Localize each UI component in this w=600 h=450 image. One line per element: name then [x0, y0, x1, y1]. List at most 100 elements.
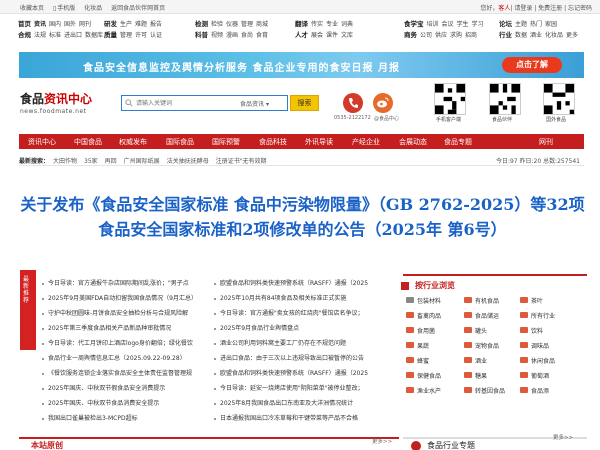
category-title[interactable]: 人才: [295, 31, 308, 39]
category-link[interactable]: 化妆品: [545, 32, 563, 39]
news-item[interactable]: 2025年国庆、中秋双节假食品安全消费提示: [42, 381, 210, 396]
news-item[interactable]: 食品行业一周舆情信息汇总（2025.09.22-09.28）: [42, 351, 210, 366]
news-item[interactable]: 2025年第三季度食品相关产品新品种审批情况: [42, 321, 210, 336]
industry-link[interactable]: 休闲食品: [531, 356, 555, 365]
category-link[interactable]: 数据库: [85, 32, 103, 39]
category-title[interactable]: 翻译: [295, 20, 308, 28]
news-item[interactable]: 进出口食品：由于三次以上违规导致出口被暂停的公告: [214, 351, 380, 366]
category-link[interactable]: 标准: [49, 32, 61, 39]
industry-link[interactable]: 罐头: [475, 326, 487, 335]
search-input[interactable]: [122, 96, 232, 110]
nav-item[interactable]: 产经企业: [352, 137, 380, 147]
category-link[interactable]: 更多: [566, 32, 578, 39]
nav-item[interactable]: 网刊: [539, 137, 553, 147]
category-link[interactable]: 仪器: [226, 21, 238, 28]
original-more-link[interactable]: 更多>>: [372, 437, 392, 445]
news-item[interactable]: 今日导读：官方通报牛杂店国际期间乱涨价；"男子点: [42, 276, 210, 291]
industry-link[interactable]: 畜禽肉品: [417, 311, 441, 320]
category-link[interactable]: 进出口: [64, 32, 82, 39]
industry-link[interactable]: 果蔬: [417, 341, 429, 350]
headline-link[interactable]: 关于发布《食品安全国家标准 食品中污染物限量》（GB 2762-2025）等32…: [15, 192, 590, 242]
category-title[interactable]: 科普: [195, 31, 208, 39]
industry-link[interactable]: 有机食品: [475, 296, 499, 305]
news-item[interactable]: 2025年9月美国FDA自动扣留我国食品情况（9月汇总）: [42, 291, 210, 306]
category-link[interactable]: 词典: [341, 21, 353, 28]
news-item[interactable]: 今日导读：官方通报"卖女孩的红烧肉"餐馆店名争议；: [214, 306, 380, 321]
category-link[interactable]: 国内: [49, 21, 61, 28]
category-link[interactable]: 管理: [120, 32, 132, 39]
industry-link[interactable]: 食用菌: [417, 326, 435, 335]
banner-learn-more-button[interactable]: 点击了解: [502, 57, 562, 73]
nav-item[interactable]: 中国食品: [74, 137, 102, 147]
category-link[interactable]: 课件: [326, 32, 338, 39]
weibo-icon[interactable]: [373, 93, 393, 113]
industry-link[interactable]: 包装材料: [417, 296, 441, 305]
category-link[interactable]: 管理: [241, 21, 253, 28]
industry-link[interactable]: 宠物食品: [475, 341, 499, 350]
industry-link[interactable]: 食品添: [531, 386, 549, 395]
category-link[interactable]: 难题: [135, 21, 147, 28]
category-link[interactable]: 资讯: [34, 21, 46, 28]
category-title[interactable]: 论坛: [499, 20, 512, 28]
category-title[interactable]: 质量: [104, 31, 117, 39]
category-link[interactable]: 培训: [427, 21, 439, 28]
category-link[interactable]: 文库: [341, 32, 353, 39]
category-link[interactable]: 食尚: [241, 32, 253, 39]
news-item[interactable]: 《餐饮服务连锁企业落实食品安全主体责任监督管理规: [42, 366, 210, 381]
category-link[interactable]: 检验: [211, 21, 223, 28]
category-link[interactable]: 招商: [465, 32, 477, 39]
news-item[interactable]: 今日导读：代工月饼印上酒店logo身价翻倍；绿化餐饮: [42, 336, 210, 351]
category-link[interactable]: 学习: [472, 21, 484, 28]
industry-link[interactable]: 饮料: [531, 326, 543, 335]
category-title[interactable]: 检测: [195, 20, 208, 28]
news-item[interactable]: 2025年8月我国食品出口东南亚及大洋洲情况统计: [214, 396, 380, 411]
news-item[interactable]: 今日导读：延安一烧烤店使用"阴阳菜单"被停业整改；: [214, 381, 380, 396]
category-link[interactable]: 传实: [311, 21, 323, 28]
category-title[interactable]: 食学宝: [404, 20, 424, 28]
category-title[interactable]: 商务: [404, 31, 417, 39]
nav-item[interactable]: 外讯导读: [305, 137, 333, 147]
category-link[interactable]: 视频: [211, 32, 223, 39]
topic-more-link[interactable]: 更多>>: [553, 433, 573, 441]
banner-ad[interactable]: 食品安全信息监控及舆情分析服务 食品企业专用的食安日报 月报 点击了解: [19, 52, 584, 78]
nav-item[interactable]: 食品专题: [444, 137, 472, 147]
category-link[interactable]: 热门: [530, 21, 542, 28]
category-link[interactable]: 网刊: [79, 21, 91, 28]
login-register-links[interactable]: | 请登录 | 免费注册 | 忘记密码: [510, 5, 592, 12]
category-link[interactable]: 法规: [34, 32, 46, 39]
search-category-select[interactable]: 食品资讯 ▾: [240, 99, 269, 108]
category-title[interactable]: 首页: [18, 20, 31, 28]
category-link[interactable]: 供应: [435, 32, 447, 39]
hot-search-term[interactable]: 再回: [105, 158, 117, 165]
category-link[interactable]: 公司: [420, 32, 432, 39]
news-item[interactable]: 欧盟食品和饲料类快速预警系统（RASFF）通报（2025: [214, 276, 380, 291]
news-item[interactable]: 守护中秋团圆味-月饼食品安全抽检分析与合规风险解: [42, 306, 210, 321]
hot-search-term[interactable]: 注册证书"无有效期: [216, 158, 267, 165]
industry-link[interactable]: 酒业: [475, 356, 487, 365]
industry-link[interactable]: 保健食品: [417, 371, 441, 380]
category-link[interactable]: 漫画: [226, 32, 238, 39]
category-link[interactable]: 食育: [256, 32, 268, 39]
site-logo[interactable]: 食品资讯中心 news.foodmate.net: [20, 90, 92, 115]
category-link[interactable]: 商城: [256, 21, 268, 28]
category-link[interactable]: 求购: [450, 32, 462, 39]
nav-item[interactable]: 权威发布: [119, 137, 147, 147]
news-item[interactable]: 我国出口雀巢被检出3-MCPD超标: [42, 411, 210, 426]
search-button[interactable]: 搜索: [290, 95, 319, 111]
news-item[interactable]: 欧盟食品和饲料类快速预警系统（RASFF）通报（2025: [214, 366, 380, 381]
nav-item[interactable]: 会展动态: [399, 137, 427, 147]
hot-search-term[interactable]: 广州国际纸展: [124, 158, 160, 165]
news-item[interactable]: 2025年10月共有84项食品及相关标准正式实施: [214, 291, 380, 306]
news-item[interactable]: 2025年国庆、中秋双节食品消费安全提示: [42, 396, 210, 411]
industry-link[interactable]: 糖果: [475, 371, 487, 380]
category-link[interactable]: 展会: [311, 32, 323, 39]
category-link[interactable]: 家园: [545, 21, 557, 28]
industry-link[interactable]: 食品储运: [475, 311, 499, 320]
mobile-link[interactable]: ▯手机版: [53, 5, 75, 12]
category-link[interactable]: 主题: [515, 21, 527, 28]
category-title[interactable]: 研发: [104, 20, 117, 28]
home-link[interactable]: 返回食品伙伴网首页: [111, 5, 165, 12]
nav-item[interactable]: 国际预警: [212, 137, 240, 147]
news-item[interactable]: 酒业公司利用饲料窝主要工厂仍存在不规范问题: [214, 336, 380, 351]
industry-link[interactable]: 所有行业: [531, 311, 555, 320]
